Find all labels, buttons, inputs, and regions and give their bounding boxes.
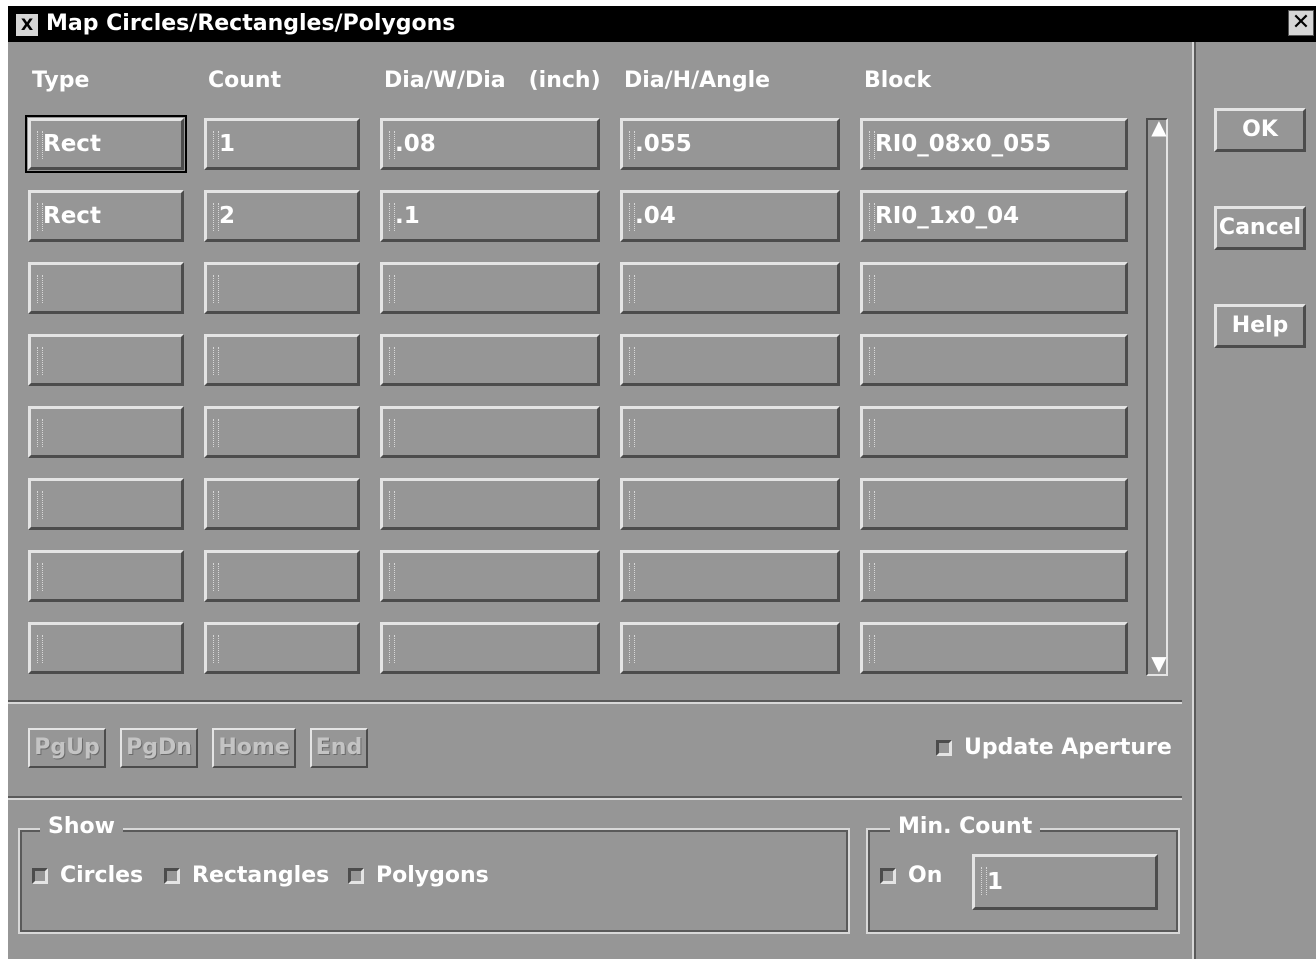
- dia-w-field[interactable]: [380, 550, 600, 602]
- scrollbar-track[interactable]: [1146, 118, 1168, 676]
- dia-h-angle-field[interactable]: [620, 478, 840, 530]
- type-field[interactable]: [28, 406, 184, 458]
- dia-h-angle-field[interactable]: [620, 406, 840, 458]
- checkbox-indicator[interactable]: [880, 868, 896, 884]
- dia-h-angle-field[interactable]: [620, 262, 840, 314]
- type-field[interactable]: [28, 334, 184, 386]
- block-field[interactable]: [860, 478, 1128, 530]
- type-field[interactable]: Rect: [25, 115, 187, 173]
- update-aperture-label: Update Aperture: [964, 735, 1172, 760]
- count-field[interactable]: 1: [204, 118, 360, 170]
- type-field[interactable]: [28, 262, 184, 314]
- checkbox-indicator[interactable]: [936, 740, 952, 756]
- header-count: Count: [208, 68, 282, 93]
- home-button[interactable]: Home: [212, 728, 296, 768]
- count-field[interactable]: [204, 262, 360, 314]
- pgdn-button[interactable]: PgDn: [120, 728, 198, 768]
- count-field[interactable]: [204, 622, 360, 674]
- dia-h-angle-field[interactable]: .04: [620, 190, 840, 242]
- type-field[interactable]: [28, 478, 184, 530]
- block-field[interactable]: [860, 550, 1128, 602]
- window-title: Map Circles/Rectangles/Polygons: [46, 11, 456, 36]
- header-block: Block: [864, 68, 932, 93]
- min-count-legend: Min. Count: [890, 813, 1041, 841]
- help-button[interactable]: Help: [1214, 304, 1306, 348]
- dia-w-field[interactable]: [380, 478, 600, 530]
- count-field[interactable]: [204, 550, 360, 602]
- dia-w-field[interactable]: .08: [380, 118, 600, 170]
- show-legend: Show: [40, 813, 123, 841]
- close-icon[interactable]: ✕: [1288, 10, 1314, 36]
- min-count-group: Min. Count On 1: [866, 813, 1180, 934]
- separator: [8, 700, 1182, 704]
- rectangles-checkbox[interactable]: Rectangles: [164, 862, 329, 890]
- dialog-window: X Map Circles/Rectangles/Polygons ✕ Type…: [8, 6, 1316, 959]
- block-field[interactable]: RI0_08x0_055: [860, 118, 1128, 170]
- scroll-down-arrow-icon[interactable]: ▼: [1146, 650, 1172, 676]
- header-type: Type: [32, 68, 90, 93]
- block-field[interactable]: [860, 334, 1128, 386]
- end-button[interactable]: End: [310, 728, 368, 768]
- show-group: Show Circles Rectangles Polygons: [18, 813, 850, 934]
- rectangles-label: Rectangles: [192, 863, 330, 888]
- min-count-field[interactable]: 1: [972, 854, 1158, 910]
- dia-w-field[interactable]: [380, 622, 600, 674]
- dia-h-angle-field[interactable]: .055: [620, 118, 840, 170]
- dia-w-field[interactable]: .1: [380, 190, 600, 242]
- type-field[interactable]: Rect: [28, 190, 184, 242]
- type-field[interactable]: [28, 550, 184, 602]
- scroll-up-arrow-icon[interactable]: ▲: [1146, 114, 1172, 140]
- polygons-label: Polygons: [376, 863, 489, 888]
- block-field[interactable]: RI0_1x0_04: [860, 190, 1128, 242]
- header-dia-h-angle: Dia/H/Angle: [624, 68, 771, 93]
- button-panel: OK Cancel Help: [1192, 42, 1316, 959]
- polygons-checkbox[interactable]: Polygons: [348, 862, 489, 890]
- circles-checkbox[interactable]: Circles: [32, 862, 143, 890]
- dia-w-field[interactable]: [380, 262, 600, 314]
- dia-h-angle-field[interactable]: [620, 622, 840, 674]
- block-field[interactable]: [860, 262, 1128, 314]
- count-field[interactable]: [204, 478, 360, 530]
- count-field[interactable]: 2: [204, 190, 360, 242]
- title-bar: X Map Circles/Rectangles/Polygons ✕: [8, 6, 1316, 42]
- ok-button[interactable]: OK: [1214, 108, 1306, 152]
- main-panel: Type Count Dia/W/Dia (inch) Dia/H/Angle …: [8, 42, 1192, 959]
- dia-h-angle-field[interactable]: [620, 550, 840, 602]
- min-count-on-label: On: [908, 863, 943, 888]
- cancel-button[interactable]: Cancel: [1214, 206, 1306, 250]
- count-field[interactable]: [204, 406, 360, 458]
- separator: [8, 796, 1182, 800]
- checkbox-indicator[interactable]: [32, 868, 48, 884]
- dia-h-angle-field[interactable]: [620, 334, 840, 386]
- block-field[interactable]: [860, 622, 1128, 674]
- dia-w-field[interactable]: [380, 334, 600, 386]
- header-dia-w-dia: Dia/W/Dia (inch): [384, 68, 601, 93]
- checkbox-indicator[interactable]: [164, 868, 180, 884]
- dia-w-field[interactable]: [380, 406, 600, 458]
- block-field[interactable]: [860, 406, 1128, 458]
- pgup-button[interactable]: PgUp: [28, 728, 106, 768]
- circles-label: Circles: [60, 863, 144, 888]
- update-aperture-checkbox[interactable]: Update Aperture: [936, 734, 1172, 762]
- window-menu-icon[interactable]: X: [16, 14, 38, 36]
- checkbox-indicator[interactable]: [348, 868, 364, 884]
- type-field[interactable]: [28, 622, 184, 674]
- min-count-on-checkbox[interactable]: On: [880, 862, 942, 890]
- count-field[interactable]: [204, 334, 360, 386]
